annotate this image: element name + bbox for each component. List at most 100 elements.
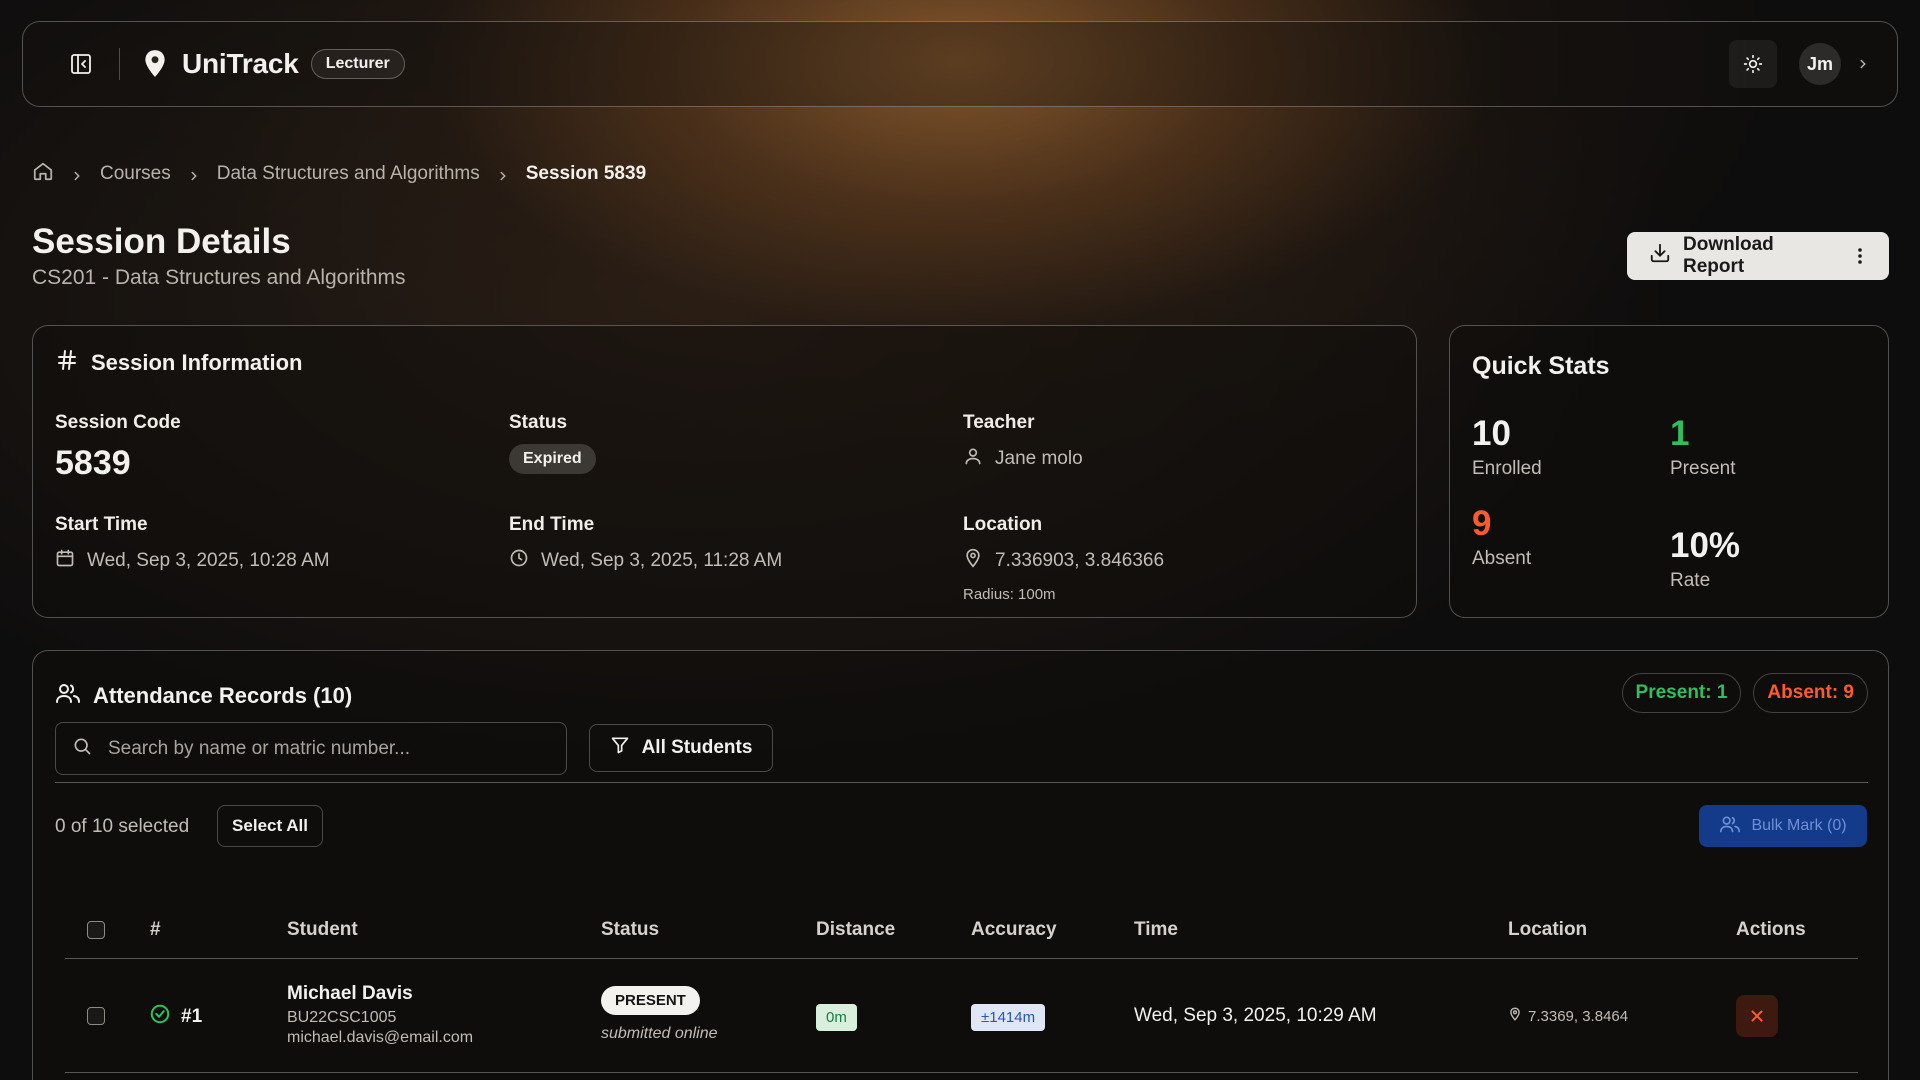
check-circle-icon (149, 1003, 171, 1030)
page-subtitle: CS201 - Data Structures and Algorithms (32, 266, 406, 289)
download-icon (1649, 242, 1671, 270)
session-code-label: Session Code (55, 412, 181, 433)
sun-icon (1743, 54, 1763, 74)
map-pin-logo-icon (142, 49, 168, 79)
filter-icon (610, 735, 630, 761)
present-badge: PRESENT (601, 986, 700, 1015)
stat-present-label: Present (1670, 458, 1736, 479)
chevron-right-icon (496, 167, 510, 181)
stat-enrolled-label: Enrolled (1472, 458, 1542, 479)
radius-note: Radius: 100m (963, 586, 1056, 603)
bulk-mark-button[interactable]: Bulk Mark (0) (1699, 805, 1867, 847)
start-time-field: Start Time Wed, Sep 3, 2025, 10:28 AM (55, 514, 330, 574)
column-header-time[interactable]: Time (1134, 919, 1178, 941)
users-icon (1719, 814, 1741, 839)
stat-absent-value: 9 (1472, 504, 1492, 543)
distance-cell: 0m (816, 1004, 857, 1031)
role-badge: Lecturer (310, 49, 405, 79)
student-name: Michael Davis (287, 983, 413, 1004)
location-value: 7.336903, 3.846366 (995, 550, 1165, 571)
breadcrumb: Courses Data Structures and Algorithms S… (32, 160, 646, 188)
stat-rate: 10% Rate (1670, 526, 1740, 592)
theme-toggle-button[interactable] (1729, 40, 1777, 88)
map-pin-icon (963, 548, 983, 574)
select-all-checkbox[interactable] (87, 921, 105, 939)
column-header-student[interactable]: Student (287, 919, 358, 941)
teacher-field: Teacher Jane molo (963, 412, 1083, 472)
page-title: Session Details (32, 222, 291, 261)
column-header-location[interactable]: Location (1508, 919, 1587, 941)
session-information-card: Session Information Session Code 5839 St… (32, 325, 1417, 618)
breadcrumb-course[interactable]: Data Structures and Algorithms (217, 163, 480, 185)
select-all-button[interactable]: Select All (217, 805, 323, 847)
mark-absent-button[interactable] (1736, 995, 1778, 1037)
location-label: Location (963, 514, 1043, 535)
student-cell: Michael Davis BU22CSC1005 michael.davis@… (287, 983, 473, 1047)
sidebar-toggle-icon[interactable] (63, 46, 99, 82)
student-email: michael.davis@email.com (287, 1029, 474, 1046)
column-header-accuracy[interactable]: Accuracy (971, 919, 1057, 941)
time-cell: Wed, Sep 3, 2025, 10:29 AM (1134, 1005, 1377, 1026)
column-header-actions: Actions (1736, 919, 1806, 940)
column-header-distance[interactable]: Distance (816, 919, 895, 941)
clock-icon (509, 548, 529, 574)
end-time-value: Wed, Sep 3, 2025, 11:28 AM (541, 550, 783, 571)
attendance-heading: Attendance Records (10) (93, 683, 353, 708)
column-header-index: # (150, 919, 161, 940)
location-field: Location 7.336903, 3.846366 Radius: 100m (963, 514, 1164, 603)
teacher-name: Jane molo (995, 448, 1083, 469)
stat-absent: 9 Absent (1472, 504, 1531, 570)
search-input[interactable] (108, 737, 528, 760)
status-field: Status Expired (509, 412, 596, 474)
search-field[interactable] (55, 722, 567, 775)
accuracy-cell: ±1414m (971, 1004, 1046, 1031)
filter-students-button[interactable]: All Students (589, 724, 773, 772)
download-report-button[interactable]: Download Report (1627, 232, 1889, 280)
accuracy-tag: ±1414m (971, 1004, 1046, 1031)
close-icon (1751, 1010, 1763, 1022)
breadcrumb-courses[interactable]: Courses (100, 163, 171, 185)
attendance-title: Attendance Records (10) (55, 681, 352, 711)
row-divider (65, 1072, 1858, 1073)
attendance-summary-chips: Present: 1 Absent: 9 (1621, 673, 1868, 713)
more-vertical-icon[interactable] (1851, 246, 1869, 266)
session-information-heading: Session Information (91, 350, 303, 375)
bulk-mark-label: Bulk Mark (0) (1751, 817, 1847, 834)
user-avatar[interactable]: Jm (1799, 43, 1841, 85)
home-icon[interactable] (32, 160, 54, 188)
stat-enrolled-value: 10 (1472, 414, 1511, 453)
session-information-title: Session Information (55, 348, 302, 378)
app-name[interactable]: UniTrack (182, 48, 299, 80)
chevron-right-icon[interactable] (1855, 56, 1871, 72)
top-header: UniTrack Lecturer Jm (22, 21, 1898, 107)
quick-stats-card: Quick Stats 10 Enrolled 1 Present 9 Abse… (1449, 325, 1889, 618)
toolbar-divider (55, 782, 1868, 783)
breadcrumb-current: Session 5839 (525, 163, 647, 184)
calendar-icon (55, 548, 75, 574)
session-code-field: Session Code 5839 (55, 412, 181, 483)
map-pin-icon (1508, 1007, 1522, 1025)
stat-rate-label: Rate (1670, 570, 1711, 591)
status-cell: PRESENT submitted online (601, 986, 718, 1043)
location-cell: 7.3369, 3.8464 (1508, 1007, 1628, 1025)
stat-present-value: 1 (1670, 414, 1690, 453)
user-icon (963, 446, 983, 472)
download-report-label: Download Report (1683, 234, 1774, 277)
row-checkbox[interactable] (87, 1007, 105, 1025)
row-location: 7.3369, 3.8464 (1528, 1007, 1629, 1025)
start-time-label: Start Time (55, 514, 148, 535)
teacher-label: Teacher (963, 412, 1035, 433)
search-icon (72, 736, 92, 761)
row-index: #1 (181, 1005, 203, 1027)
column-header-status[interactable]: Status (601, 919, 659, 941)
chevron-right-icon (70, 167, 84, 181)
hash-icon (55, 348, 79, 378)
distance-tag: 0m (816, 1004, 857, 1031)
end-time-field: End Time Wed, Sep 3, 2025, 11:28 AM (509, 514, 782, 574)
end-time-label: End Time (509, 514, 595, 535)
filter-label: All Students (641, 737, 753, 758)
attendance-records-card: Attendance Records (10) Present: 1 Absen… (32, 650, 1889, 1080)
header-divider (119, 48, 120, 80)
status-note: submitted online (601, 1025, 718, 1042)
present-count-chip: Present: 1 (1621, 673, 1742, 713)
